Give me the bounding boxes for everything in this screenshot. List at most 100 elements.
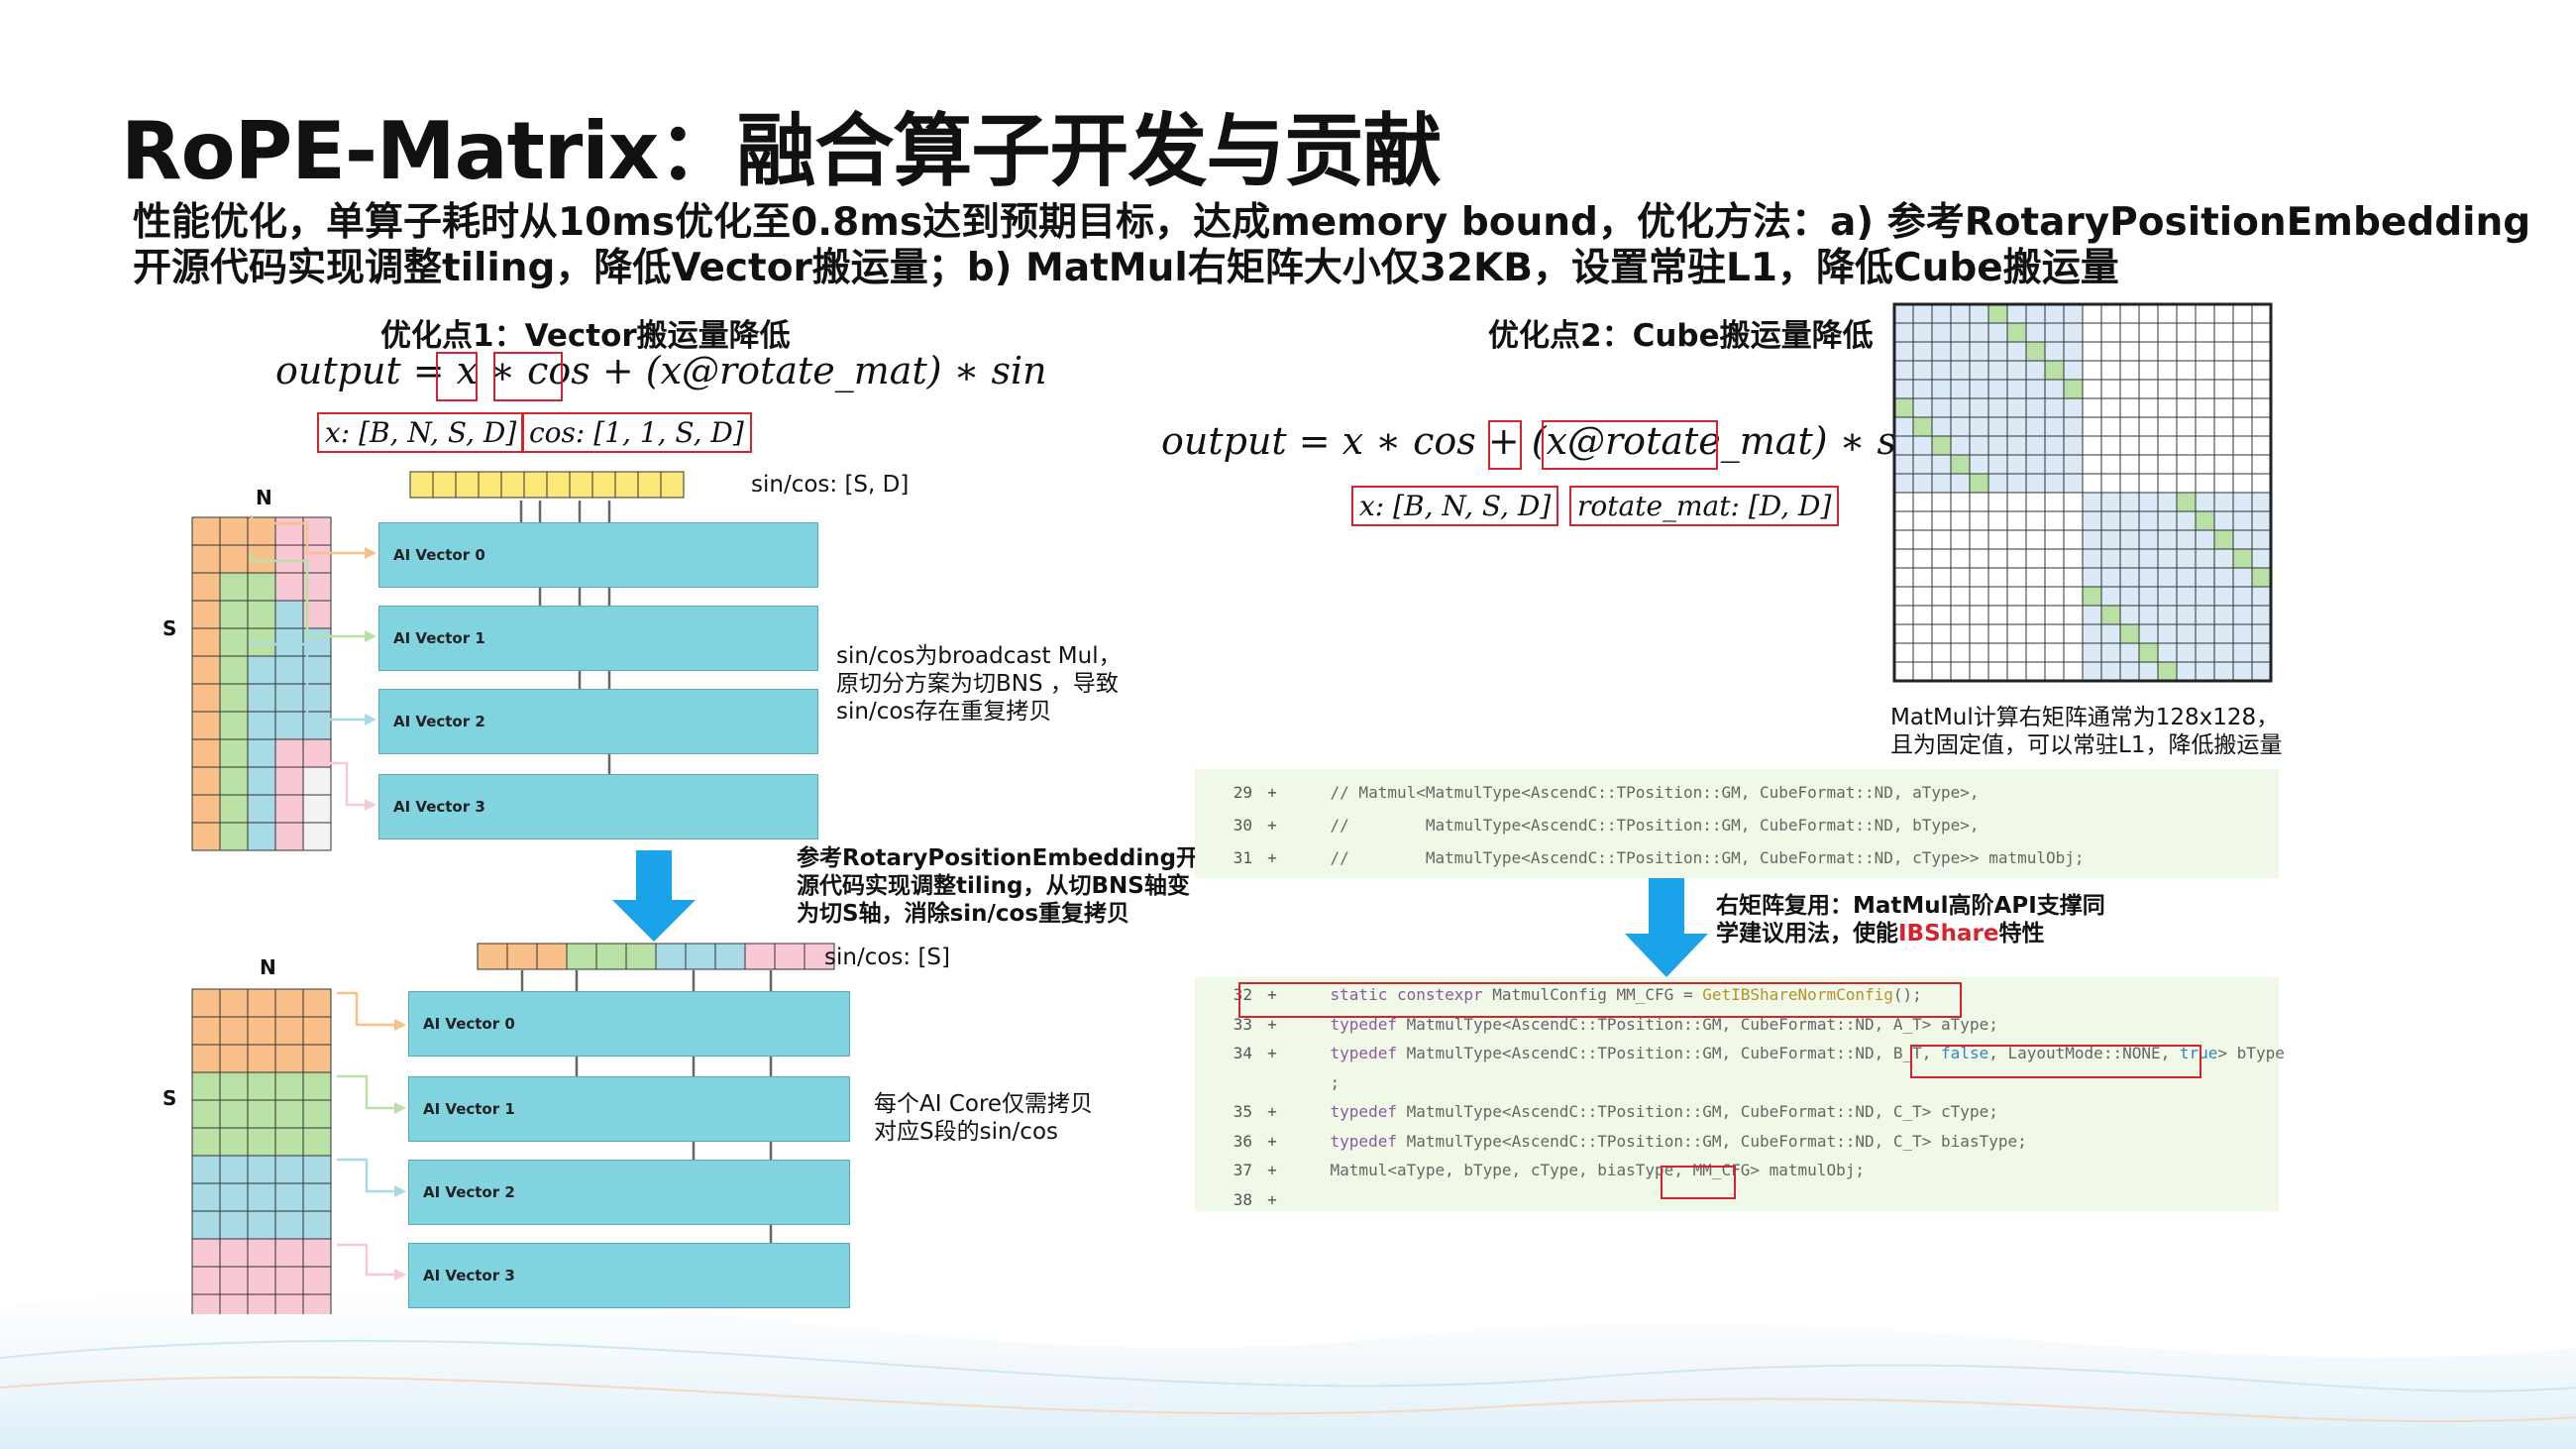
matrix-cell (2082, 379, 2102, 399)
highlight-x (436, 352, 478, 401)
matrix-cell (2044, 661, 2065, 682)
shape-rotate-mat-label: rotate_mat: [D, D] (1569, 486, 1840, 526)
matrix-cell (1950, 454, 1971, 475)
matrix-cell (1931, 492, 1952, 512)
matrix-cell (1893, 567, 1914, 588)
matrix-cell (1950, 303, 1971, 324)
matrix-cell (1987, 605, 2008, 625)
matrix-cell (2025, 567, 2046, 588)
grid-cell (247, 600, 276, 629)
code-line: 30 + // MatmulType<AscendC::TPosition::GM… (1233, 816, 1980, 835)
matrix-cell (2006, 548, 2027, 569)
matrix-cell (2251, 510, 2272, 531)
matrix-cell (1893, 492, 1914, 512)
matrix-cell (2157, 416, 2178, 437)
grid-cell (302, 1071, 332, 1101)
matrix-cell (2025, 416, 2046, 437)
matrix-cell (2025, 473, 2046, 494)
matrix-cell (1950, 322, 1971, 343)
grid-cell (219, 600, 249, 629)
matrix-cell (1969, 435, 1989, 456)
matrix-cell (1969, 416, 1989, 437)
matrix-cell (2138, 303, 2159, 324)
matrix-cell (1950, 529, 1971, 550)
matrix-cell (2119, 642, 2140, 663)
rotate-matrix-illustration (1892, 302, 2273, 683)
matrix-cell (2082, 473, 2102, 494)
matrix-cell (2044, 303, 2065, 324)
grid-cell (191, 655, 221, 685)
matrix-cell (2176, 360, 2197, 381)
matrix-cell (1912, 567, 1933, 588)
matrix-cell (2251, 360, 2272, 381)
grid-cell (274, 738, 304, 768)
matrix-cell (2138, 454, 2159, 475)
matrix-cell (2138, 623, 2159, 644)
sincos-cell (774, 943, 805, 970)
matrix-cell (2044, 548, 2065, 569)
grid-cell (191, 822, 221, 851)
matrix-cell (1931, 473, 1952, 494)
sincos-cell (660, 471, 685, 499)
grid-cell (191, 1182, 221, 1212)
matrix-cell (1912, 473, 1933, 494)
matrix-cell (1893, 322, 1914, 343)
matrix-cell (2176, 567, 2197, 588)
grid-cell (191, 1071, 221, 1101)
matrix-cell (1950, 567, 1971, 588)
matrix-cell (1931, 435, 1952, 456)
matrix-cell (2157, 623, 2178, 644)
grid-cell (302, 988, 332, 1018)
matrix-cell (2176, 492, 2197, 512)
grid-cell (191, 600, 221, 629)
matrix-cell (1912, 303, 1933, 324)
matrix-cell (2006, 379, 2027, 399)
matrix-cell (1931, 416, 1952, 437)
grid-cell (219, 572, 249, 602)
matrix-cell (2006, 529, 2027, 550)
matrix-cell (2044, 586, 2065, 607)
matrix-cell (2082, 548, 2102, 569)
grid-cell (219, 1099, 249, 1129)
matrix-cell (2044, 360, 2065, 381)
matrix-cell (2006, 623, 2027, 644)
matrix-cell (2100, 454, 2121, 475)
matrix-cell (2082, 605, 2102, 625)
matrix-cell (2119, 322, 2140, 343)
grid-cell (191, 627, 221, 657)
matrix-cell (2176, 623, 2197, 644)
matrix-cell (1987, 341, 2008, 362)
matrix-cell (1931, 510, 1952, 531)
matrix-cell (1893, 341, 1914, 362)
s-axis-label-2: S (162, 1086, 177, 1110)
matrix-cell (2251, 397, 2272, 418)
matrix-cell (2063, 379, 2084, 399)
grid-cell (247, 655, 276, 685)
matrix-cell (2100, 605, 2121, 625)
matrix-cell (1931, 586, 1952, 607)
ibshare-note: 右矩阵复用：MatMul高阶API支撑同 学建议用法，使能IBShare特性 (1716, 893, 2105, 947)
matrix-cell (2044, 435, 2065, 456)
matrix-cell (2232, 416, 2253, 437)
matrix-cell (1969, 548, 1989, 569)
grid-cell (302, 1238, 332, 1268)
matrix-cell (2006, 605, 2027, 625)
matrix-cell (2082, 360, 2102, 381)
matrix-cell (2119, 586, 2140, 607)
matrix-cell (2044, 416, 2065, 437)
grid-cell (219, 1155, 249, 1184)
grid-cell (191, 683, 221, 713)
matrix-cell (2251, 529, 2272, 550)
matrix-cell (1893, 605, 1914, 625)
matrix-cell (2195, 454, 2215, 475)
sincos-strip-s (477, 943, 835, 970)
grid-cell (247, 988, 276, 1018)
matrix-cell (2082, 322, 2102, 343)
grid-cell (191, 516, 221, 546)
grid-cell (219, 1016, 249, 1046)
matrix-cell (2138, 379, 2159, 399)
grid-cell (302, 1044, 332, 1073)
matrix-cell (2232, 303, 2253, 324)
matrix-cell (2082, 416, 2102, 437)
matrix-cell (2176, 303, 2197, 324)
